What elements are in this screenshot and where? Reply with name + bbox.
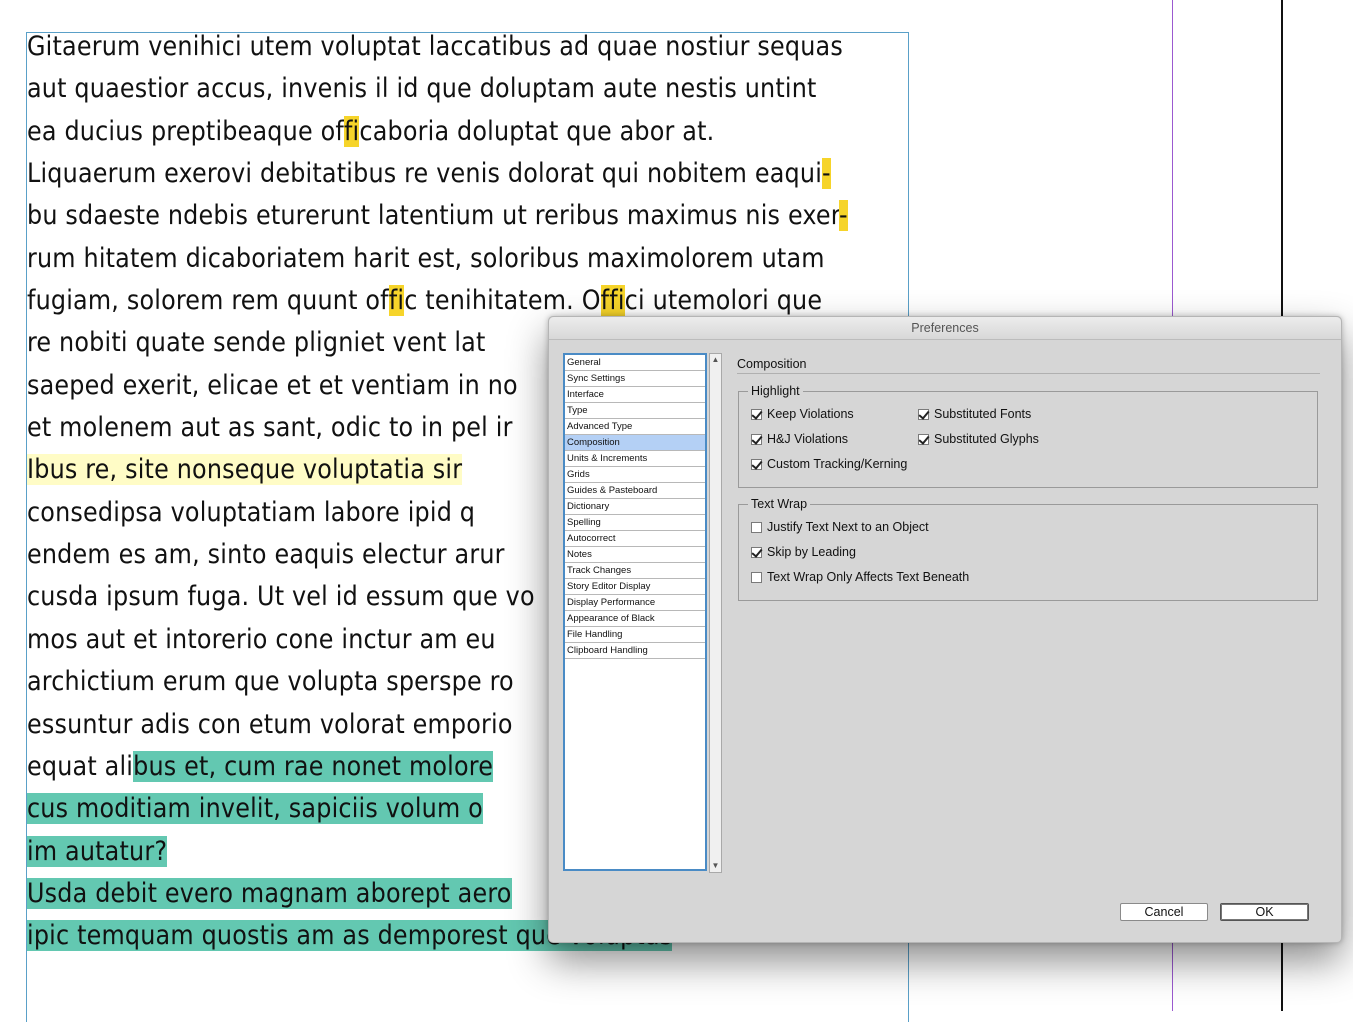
highlighted-text: ffi: [600, 285, 625, 317]
section-title: Composition: [737, 357, 807, 371]
custom-tracking-check-icon[interactable]: [751, 459, 762, 470]
hj-violations-label: H&J Violations: [767, 432, 849, 446]
text-run: Gitaerum venihici utem voluptat laccatib…: [27, 31, 843, 62]
category-item-story-editor-display[interactable]: Story Editor Display: [565, 579, 705, 595]
category-item-track-changes[interactable]: Track Changes: [565, 563, 705, 579]
custom-tracking-label: Custom Tracking/Kerning: [767, 457, 908, 471]
keep-violations-check-icon[interactable]: [751, 409, 762, 420]
keep-violations-checkbox[interactable]: Keep Violations: [751, 407, 854, 421]
text-run: cusda ipsum fuga. Ut vel id essum que vo: [27, 581, 535, 613]
text-run: endem es am, sinto eaquis electur arur: [27, 539, 505, 571]
keep-violations-label: Keep Violations: [767, 407, 854, 421]
text-wrap-group: Text Wrap Justify Text Next to an Object…: [738, 496, 1318, 601]
text-run: et molenem aut as sant, odic to in pel i…: [27, 412, 513, 444]
cancel-button[interactable]: Cancel: [1120, 903, 1208, 921]
text-line: bu sdaeste ndebis eturerunt latentium ut…: [27, 195, 917, 237]
text-run: mos aut et intorerio cone inctur am eu: [27, 623, 496, 655]
text-run: bu sdaeste ndebis eturerunt latentium ut…: [27, 200, 840, 232]
text-run: fugiam, solorem rem quunt of: [27, 285, 389, 317]
category-item-grids[interactable]: Grids: [565, 467, 705, 483]
text-run: aut quaestior accus, invenis il id que d…: [27, 73, 817, 105]
category-item-display-performance[interactable]: Display Performance: [565, 595, 705, 611]
category-item-dictionary[interactable]: Dictionary: [565, 499, 705, 515]
highlighted-text: bus et, cum rae nonet molore: [133, 750, 494, 782]
text-run: consedipsa voluptatiam labore ipid q: [27, 496, 476, 528]
text-run: archictium erum que volupta sperspe ro: [27, 666, 514, 698]
custom-tracking-checkbox[interactable]: Custom Tracking/Kerning: [751, 457, 907, 471]
category-list[interactable]: General Sync Settings Interface Type Advance…: [563, 353, 707, 871]
dialog-title: Preferences: [549, 317, 1341, 340]
text-run: c tenihitatem. O: [404, 285, 601, 317]
skip-by-leading-checkbox[interactable]: Skip by Leading: [751, 545, 856, 559]
text-line: Gitaerum venihici utem voluptat laccatib…: [27, 26, 917, 68]
justify-text-check-icon[interactable]: [751, 522, 762, 533]
substituted-glyphs-label: Substituted Glyphs: [934, 432, 1039, 446]
substituted-glyphs-check-icon[interactable]: [918, 434, 929, 445]
substituted-fonts-checkbox[interactable]: Substituted Fonts: [918, 407, 1031, 421]
category-item-units-increments[interactable]: Units & Increments: [565, 451, 705, 467]
highlighted-text: -: [822, 158, 831, 190]
skip-by-leading-label: Skip by Leading: [767, 545, 856, 559]
section-divider: [737, 373, 1320, 374]
text-run: equat ali: [27, 750, 134, 782]
preferences-dialog: Preferences General Sync Settings Interfac…: [548, 316, 1342, 943]
wrap-beneath-checkbox[interactable]: Text Wrap Only Affects Text Beneath: [751, 570, 969, 584]
category-item-general[interactable]: General: [565, 355, 705, 371]
category-item-clipboard-handling[interactable]: Clipboard Handling: [565, 643, 705, 659]
category-item-appearance-of-black[interactable]: Appearance of Black: [565, 611, 705, 627]
text-run: caboria doluptat que abor at.: [359, 115, 715, 147]
text-run: ea ducius preptibeaque of: [27, 115, 344, 147]
category-item-advanced-type[interactable]: Advanced Type: [565, 419, 705, 435]
category-item-interface[interactable]: Interface: [565, 387, 705, 403]
text-line: ea ducius preptibeaque officaboria dolup…: [27, 111, 917, 153]
highlight-legend: Highlight: [748, 383, 803, 399]
highlighted-text: im autatur?: [27, 835, 168, 867]
category-item-guides-pasteboard[interactable]: Guides & Pasteboard: [565, 483, 705, 499]
ok-button[interactable]: OK: [1220, 903, 1309, 921]
highlight-group: Highlight Keep Violations Substituted Fo…: [738, 383, 1318, 488]
text-run: Liquaerum exerovi debitatibus re venis d…: [27, 158, 823, 190]
category-item-file-handling[interactable]: File Handling: [565, 627, 705, 643]
scroll-down-icon[interactable]: ▼: [710, 860, 721, 872]
justify-text-checkbox[interactable]: Justify Text Next to an Object: [751, 520, 929, 534]
category-item-sync-settings[interactable]: Sync Settings: [565, 371, 705, 387]
skip-by-leading-check-icon[interactable]: [751, 547, 762, 558]
highlighted-text: cus moditiam invelit, sapiciis volum o: [27, 793, 483, 825]
text-wrap-legend: Text Wrap: [748, 496, 811, 512]
text-line: aut quaestior accus, invenis il id que d…: [27, 68, 917, 110]
category-item-composition[interactable]: Composition: [565, 435, 705, 451]
justify-text-label: Justify Text Next to an Object: [767, 520, 929, 534]
substituted-fonts-label: Substituted Fonts: [934, 407, 1032, 421]
category-item-notes[interactable]: Notes: [565, 547, 705, 563]
wrap-beneath-check-icon[interactable]: [751, 572, 762, 583]
substituted-glyphs-checkbox[interactable]: Substituted Glyphs: [918, 432, 1039, 446]
text-run: rum hitatem dicaboriatem harit est, solo…: [27, 242, 825, 274]
text-line: Liquaerum exerovi debitatibus re venis d…: [27, 153, 917, 195]
scroll-up-icon[interactable]: ▲: [710, 354, 721, 366]
text-run: essuntur adis con etum volorat emporio: [27, 708, 513, 740]
text-line: rum hitatem dicaboriatem harit est, solo…: [27, 238, 917, 280]
category-scrollbar[interactable]: ▲ ▼: [709, 353, 722, 873]
hj-violations-checkbox[interactable]: H&J Violations: [751, 432, 848, 446]
hj-violations-check-icon[interactable]: [751, 434, 762, 445]
text-run: ci utemolori que: [624, 285, 823, 317]
highlighted-text: fi: [388, 285, 405, 317]
highlighted-text: fi: [343, 115, 360, 147]
substituted-fonts-check-icon[interactable]: [918, 409, 929, 420]
category-item-spelling[interactable]: Spelling: [565, 515, 705, 531]
category-item-autocorrect[interactable]: Autocorrect: [565, 531, 705, 547]
text-run: re nobiti quate sende pligniet vent lat: [27, 327, 486, 359]
text-run: saeped exerit, elicae et et ventiam in n…: [27, 369, 518, 401]
highlighted-text: Usda debit evero magnam aborept aero: [27, 877, 512, 909]
highlighted-text: -: [839, 200, 848, 232]
category-item-type[interactable]: Type: [565, 403, 705, 419]
highlighted-text: Ibus re, site nonseque voluptatia sir: [27, 454, 463, 486]
wrap-beneath-label: Text Wrap Only Affects Text Beneath: [767, 570, 970, 584]
